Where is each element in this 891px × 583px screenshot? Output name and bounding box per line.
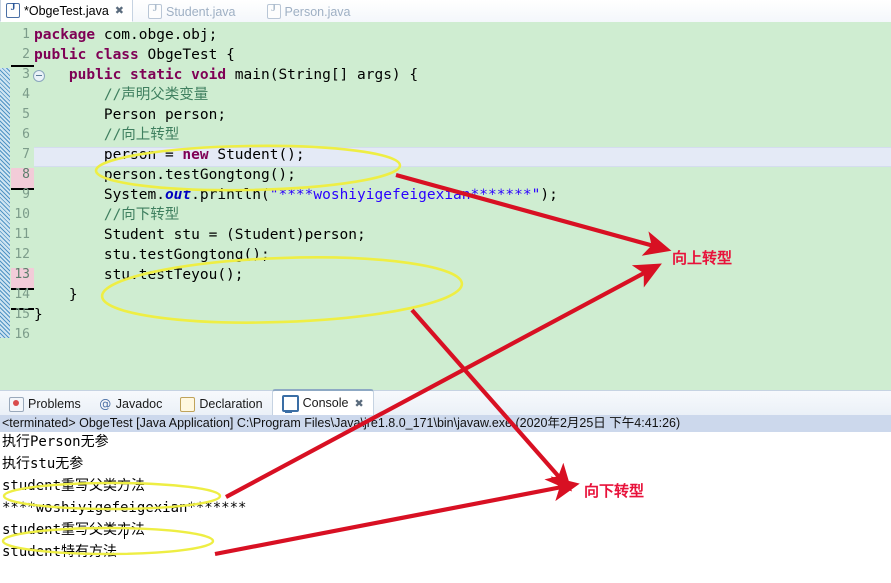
editor-tab-student[interactable]: Student.java <box>143 1 244 22</box>
console-view[interactable]: <terminated> ObgeTest [Java Application]… <box>0 415 891 583</box>
java-file-icon <box>266 3 281 19</box>
code-editor[interactable]: 1 2 3 4 5 6 7 8 9 10 11 12 13 14 15 16 p… <box>0 22 891 390</box>
close-icon[interactable]: ✖ <box>115 5 124 16</box>
code-line-3: public static void main(String[] args) { <box>68 67 419 83</box>
code-line-7: person = new Student(); <box>34 147 305 163</box>
code-line-8: person.testGongtong(); <box>34 167 296 183</box>
console-output-line: student特有方法 <box>2 544 118 560</box>
tab-label: Problems <box>28 397 81 411</box>
javadoc-icon: @ <box>99 396 112 411</box>
tab-declaration[interactable]: Declaration <box>171 392 271 416</box>
tab-label: Declaration <box>199 397 263 411</box>
line-number: 9 <box>22 187 30 202</box>
console-output-line: student重写父类方法 <box>2 478 146 494</box>
code-line-6: //向上转型 <box>34 127 180 143</box>
editor-tab-obgetest[interactable]: *ObgeTest.java ✖ <box>0 0 133 22</box>
line-number: 14 <box>14 287 30 302</box>
console-output-line: ****woshiyigefeigexian******* <box>2 500 247 516</box>
editor-tab-label: Student.java <box>166 4 236 19</box>
editor-tab-label: *ObgeTest.java <box>24 3 109 18</box>
tab-problems[interactable]: Problems <box>0 392 90 416</box>
problems-icon <box>9 396 24 412</box>
line-number: 10 <box>14 207 30 222</box>
line-number: 11 <box>14 227 30 242</box>
code-line-1: package com.obge.obj; <box>34 27 218 43</box>
console-output-line: 执行Person无参 <box>2 434 109 450</box>
tab-label: Console <box>302 396 349 410</box>
annotation-label-downcast: 向下转型 <box>584 483 645 500</box>
editor-tab-label: Person.java <box>284 4 351 19</box>
console-icon <box>281 394 299 413</box>
code-line-13: stu.testTeyou(); <box>34 267 244 283</box>
line-number: 13 <box>14 267 30 282</box>
line-number: 15 <box>14 307 30 322</box>
code-line-5: Person person; <box>34 107 227 123</box>
eclipse-ide-window: *ObgeTest.java ✖ Student.java Person.jav… <box>0 0 891 583</box>
line-number: 1 <box>22 27 30 42</box>
text-caret <box>124 523 125 539</box>
line-number: 16 <box>14 327 30 342</box>
close-icon[interactable]: ✖ <box>354 398 363 409</box>
line-number: 6 <box>22 127 30 142</box>
code-line-11: Student stu = (Student)person; <box>34 227 366 243</box>
tab-javadoc[interactable]: @ Javadoc <box>90 392 172 416</box>
code-line-14: } <box>34 287 78 303</box>
console-process-header: <terminated> ObgeTest [Java Application]… <box>0 415 891 432</box>
editor-tab-person[interactable]: Person.java <box>262 1 359 22</box>
annotation-label-upcast: 向上转型 <box>672 250 733 267</box>
tab-console[interactable]: Console ✖ <box>271 389 374 416</box>
code-line-12: stu.testGongtong(); <box>34 247 270 263</box>
line-number: 8 <box>22 167 30 182</box>
code-line-10: //向下转型 <box>34 207 180 223</box>
line-number: 4 <box>22 87 30 102</box>
editor-tab-bar: *ObgeTest.java ✖ Student.java Person.jav… <box>0 0 891 23</box>
java-file-icon <box>148 3 162 19</box>
line-number: 7 <box>22 147 30 162</box>
line-number: 3 <box>22 67 30 82</box>
code-line-15: } <box>34 307 43 323</box>
console-output-line: 执行stu无参 <box>2 456 84 472</box>
line-number: 2 <box>22 47 30 62</box>
tab-label: Javadoc <box>115 397 163 411</box>
java-file-icon <box>6 2 20 18</box>
line-number: 5 <box>22 107 30 122</box>
line-number: 12 <box>14 247 30 262</box>
code-line-2: public class ObgeTest { <box>34 47 235 63</box>
code-line-9: System.out.println("****woshiyigefeigexi… <box>34 187 558 203</box>
code-line-4: //声明父类变量 <box>34 87 209 103</box>
bottom-view-tab-bar: Problems @ Javadoc Declaration Console ✖ <box>0 389 891 416</box>
declaration-icon <box>180 396 196 412</box>
